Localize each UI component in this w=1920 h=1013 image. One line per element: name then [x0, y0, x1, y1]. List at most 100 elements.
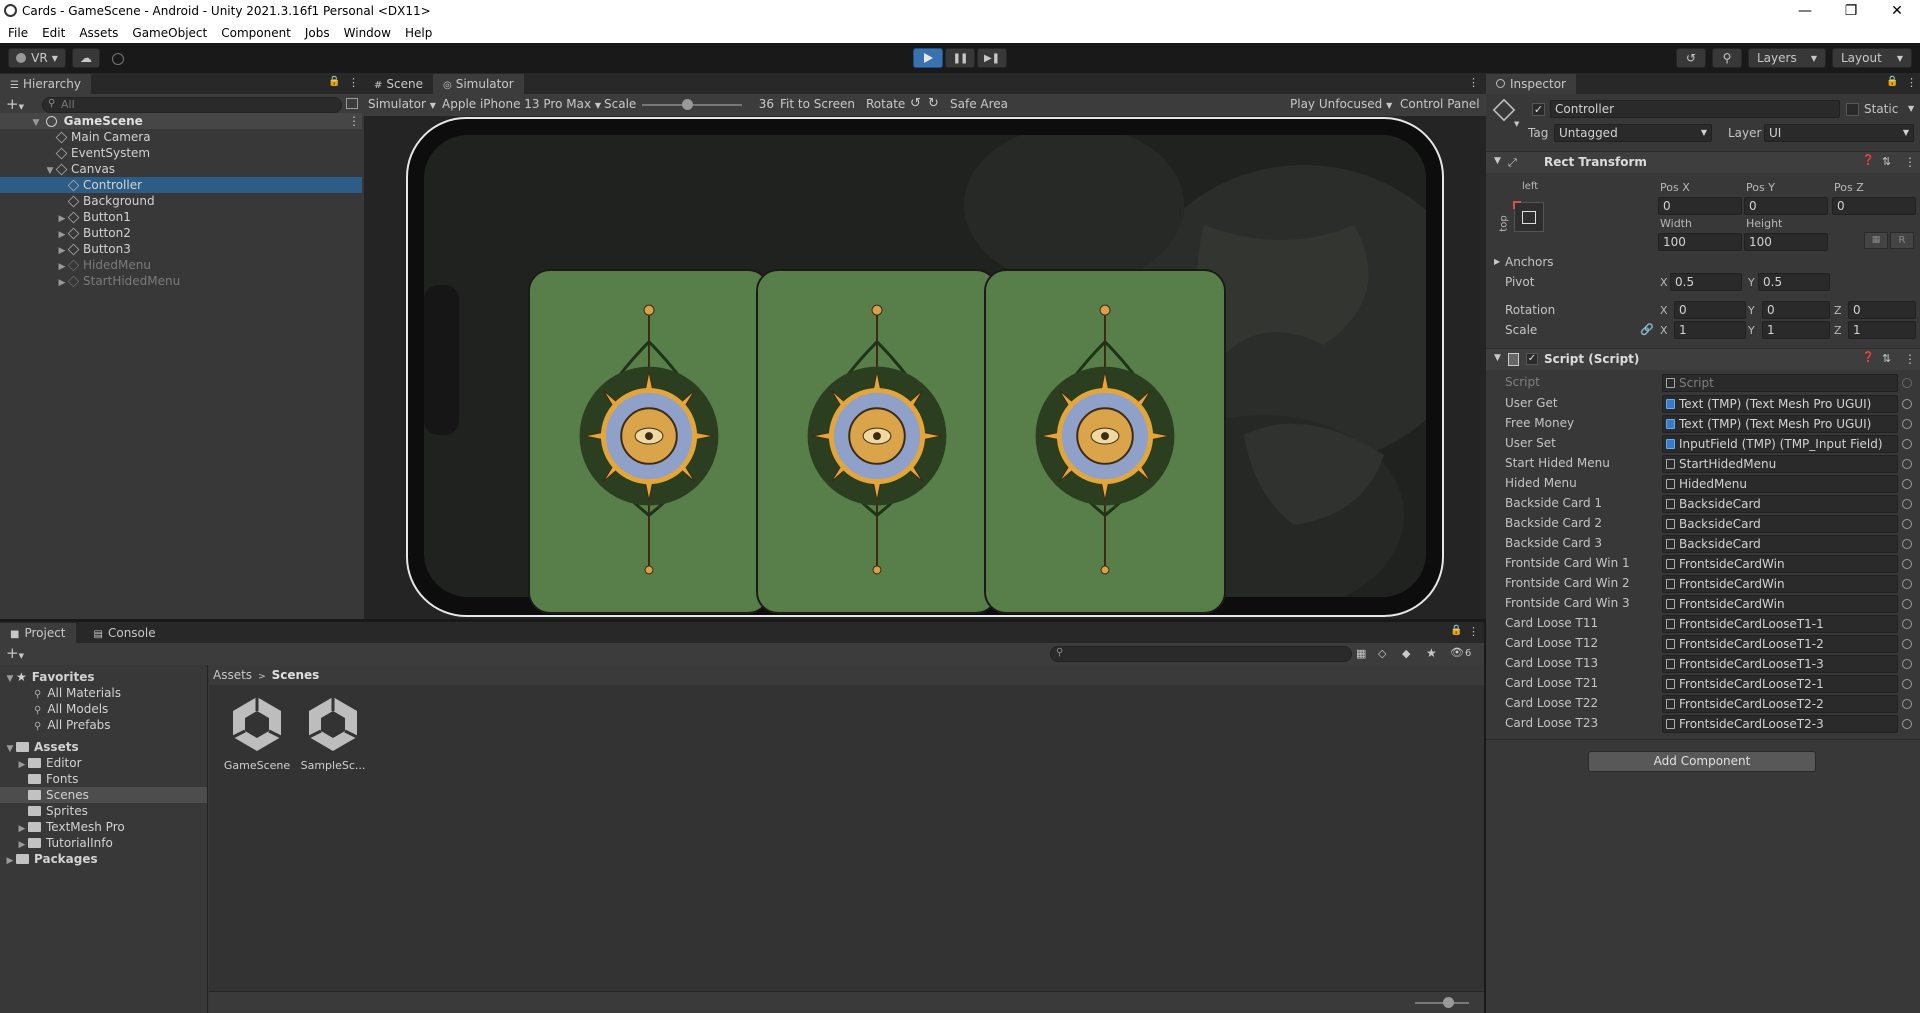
layers-dropdown[interactable]: Layers ▼: [1748, 48, 1826, 68]
pivot-x-field[interactable]: 0.5: [1670, 273, 1742, 291]
rot-z-field[interactable]: 0: [1848, 301, 1916, 319]
favorite-item[interactable]: ⚲ All Materials: [34, 685, 121, 701]
minimize-button[interactable]: —: [1782, 0, 1828, 22]
play-button[interactable]: [913, 48, 943, 68]
create-asset-button[interactable]: +▼: [6, 644, 24, 662]
rot-x-field[interactable]: 0: [1674, 301, 1746, 319]
hierarchy-scene-row[interactable]: ▼ GameScene ⋮: [0, 113, 362, 129]
object-picker-icon[interactable]: [1902, 499, 1912, 509]
favorite-item[interactable]: ⚲ All Models: [34, 701, 108, 717]
favorite-star-icon[interactable]: ★: [1426, 646, 1437, 660]
more-options-icon[interactable]: ⋮: [348, 76, 359, 89]
folder-tutorialinfo[interactable]: ▶ TutorialInfo: [16, 835, 113, 851]
scene-visibility-icon[interactable]: [346, 98, 358, 109]
help-icon[interactable]: ❓: [1862, 352, 1874, 363]
fit-to-screen-button[interactable]: Fit to Screen: [780, 97, 855, 111]
asset-tile[interactable]: GameScene: [221, 693, 293, 777]
simulator-dropdown[interactable]: Simulator ▼: [368, 97, 436, 111]
rot-y-field[interactable]: 0: [1762, 301, 1830, 319]
script-field-value[interactable]: FrontsideCardLooseT1-2: [1662, 635, 1898, 653]
anchor-preset-button[interactable]: [1513, 201, 1544, 232]
script-field-value[interactable]: InputField (TMP) (TMP_Input Field): [1662, 435, 1898, 453]
script-field-value[interactable]: FrontsideCardLooseT2-2: [1662, 695, 1898, 713]
scale-x-field[interactable]: 1: [1674, 321, 1746, 339]
object-picker-icon[interactable]: [1902, 579, 1912, 589]
pause-button[interactable]: ❚❚: [945, 48, 975, 68]
chevron-down-icon[interactable]: ▼: [1908, 104, 1914, 113]
object-picker-icon[interactable]: [1902, 399, 1912, 409]
tab-simulator[interactable]: ◎ Simulator: [432, 74, 524, 94]
object-picker-icon[interactable]: [1902, 599, 1912, 609]
control-panel-button[interactable]: Control Panel: [1400, 97, 1480, 111]
more-options-icon[interactable]: ⋮: [1904, 352, 1916, 366]
hierarchy-item-button2[interactable]: ▶ Button2: [0, 225, 362, 241]
search-by-type-icon[interactable]: ▦: [1356, 647, 1366, 660]
more-options-icon[interactable]: ⋮: [1468, 76, 1479, 89]
script-field-value[interactable]: HidedMenu: [1662, 475, 1898, 493]
favorites-header[interactable]: ▼ ★ Favorites: [4, 669, 95, 685]
more-options-icon[interactable]: ⋮: [1904, 155, 1916, 169]
script-field-value[interactable]: FrontsideCardLooseT1-1: [1662, 615, 1898, 633]
object-picker-icon[interactable]: [1902, 519, 1912, 529]
search-button[interactable]: ⚲: [1712, 48, 1742, 68]
hierarchy-item-hidedmenu[interactable]: ▶ HidedMenu: [0, 257, 362, 273]
lock-icon[interactable]: 🔒: [328, 76, 340, 87]
scale-slider-thumb[interactable]: [682, 99, 693, 110]
hierarchy-search-input[interactable]: ⚲ All: [42, 97, 342, 113]
blueprint-mode-button[interactable]: ▦: [1864, 232, 1888, 249]
card-back-1[interactable]: [528, 269, 770, 614]
hierarchy-item-main-camera[interactable]: Main Camera: [0, 129, 362, 145]
layout-dropdown[interactable]: Layout ▼: [1832, 48, 1912, 68]
lock-icon[interactable]: 🔒: [1450, 625, 1462, 636]
expand-arrow-icon[interactable]: ▼: [4, 741, 16, 757]
object-name-field[interactable]: Controller: [1550, 100, 1840, 118]
tag-icon[interactable]: ◆: [1402, 647, 1410, 660]
hierarchy-item-starthidedmenu[interactable]: ▶ StartHidedMenu: [0, 273, 362, 289]
vr-account-dropdown[interactable]: VR ▼: [8, 48, 66, 68]
collapse-arrow-icon[interactable]: ▼: [1494, 156, 1501, 166]
tab-project[interactable]: ■ Project: [0, 623, 76, 643]
safe-area-toggle[interactable]: Safe Area: [950, 97, 1008, 111]
folder-fonts[interactable]: Fonts: [16, 771, 78, 787]
rect-transform-header[interactable]: ▼ ⤢ Rect Transform ❓ ⇅ ⋮: [1486, 151, 1920, 173]
scale-slider[interactable]: [642, 99, 742, 110]
folder-scenes[interactable]: Scenes: [16, 787, 89, 803]
add-component-button[interactable]: Add Component: [1588, 751, 1816, 772]
breadcrumb-item[interactable]: Assets: [213, 668, 252, 682]
device-dropdown[interactable]: Apple iPhone 13 Pro Max ▼: [442, 97, 601, 111]
folder-textmesh-pro[interactable]: ▶ TextMesh Pro: [16, 819, 125, 835]
play-unfocused-dropdown[interactable]: Play Unfocused ▼: [1290, 97, 1392, 111]
assets-header[interactable]: ▼ Assets: [4, 739, 79, 755]
object-picker-icon[interactable]: [1902, 619, 1912, 629]
lock-icon[interactable]: 🔒: [1886, 76, 1898, 87]
menu-edit[interactable]: Edit: [42, 26, 65, 40]
object-picker-icon[interactable]: [1902, 559, 1912, 569]
script-field-value[interactable]: FrontsideCardWin: [1662, 575, 1898, 593]
folder-editor[interactable]: ▶ Editor: [16, 755, 82, 771]
card-back-2[interactable]: [756, 269, 998, 614]
script-field-value[interactable]: FrontsideCardWin: [1662, 595, 1898, 613]
icon-size-slider-thumb[interactable]: [1443, 997, 1454, 1008]
menu-component[interactable]: Component: [221, 26, 291, 40]
object-picker-icon[interactable]: [1902, 479, 1912, 489]
close-button[interactable]: ✕: [1874, 0, 1920, 22]
preset-icon[interactable]: ⇅: [1882, 155, 1891, 168]
project-search-input[interactable]: ⚲: [1050, 646, 1352, 662]
script-field-value[interactable]: StartHidedMenu: [1662, 455, 1898, 473]
card-back-3[interactable]: [984, 269, 1226, 614]
script-field-value[interactable]: FrontsideCardLooseT2-1: [1662, 675, 1898, 693]
posy-field[interactable]: 0: [1744, 197, 1828, 215]
object-picker-icon[interactable]: [1902, 639, 1912, 649]
hierarchy-item-button3[interactable]: ▶ Button3: [0, 241, 362, 257]
script-component-header[interactable]: ▼ ✓ Script (Script) ❓ ⇅ ⋮: [1486, 348, 1920, 370]
script-field-value[interactable]: FrontsideCardLooseT2-3: [1662, 715, 1898, 733]
rotate-left-icon[interactable]: ↺: [910, 96, 921, 111]
tab-scene[interactable]: # Scene: [364, 74, 433, 94]
width-field[interactable]: 100: [1658, 233, 1742, 251]
expand-arrow-icon[interactable]: ▶: [56, 275, 68, 291]
maximize-button[interactable]: ❐: [1828, 0, 1874, 22]
pivot-y-field[interactable]: 0.5: [1758, 273, 1830, 291]
script-field-value[interactable]: Text (TMP) (Text Mesh Pro UGUI): [1662, 415, 1898, 433]
history-button[interactable]: ↺: [1676, 48, 1706, 68]
object-picker-icon[interactable]: [1902, 659, 1912, 669]
